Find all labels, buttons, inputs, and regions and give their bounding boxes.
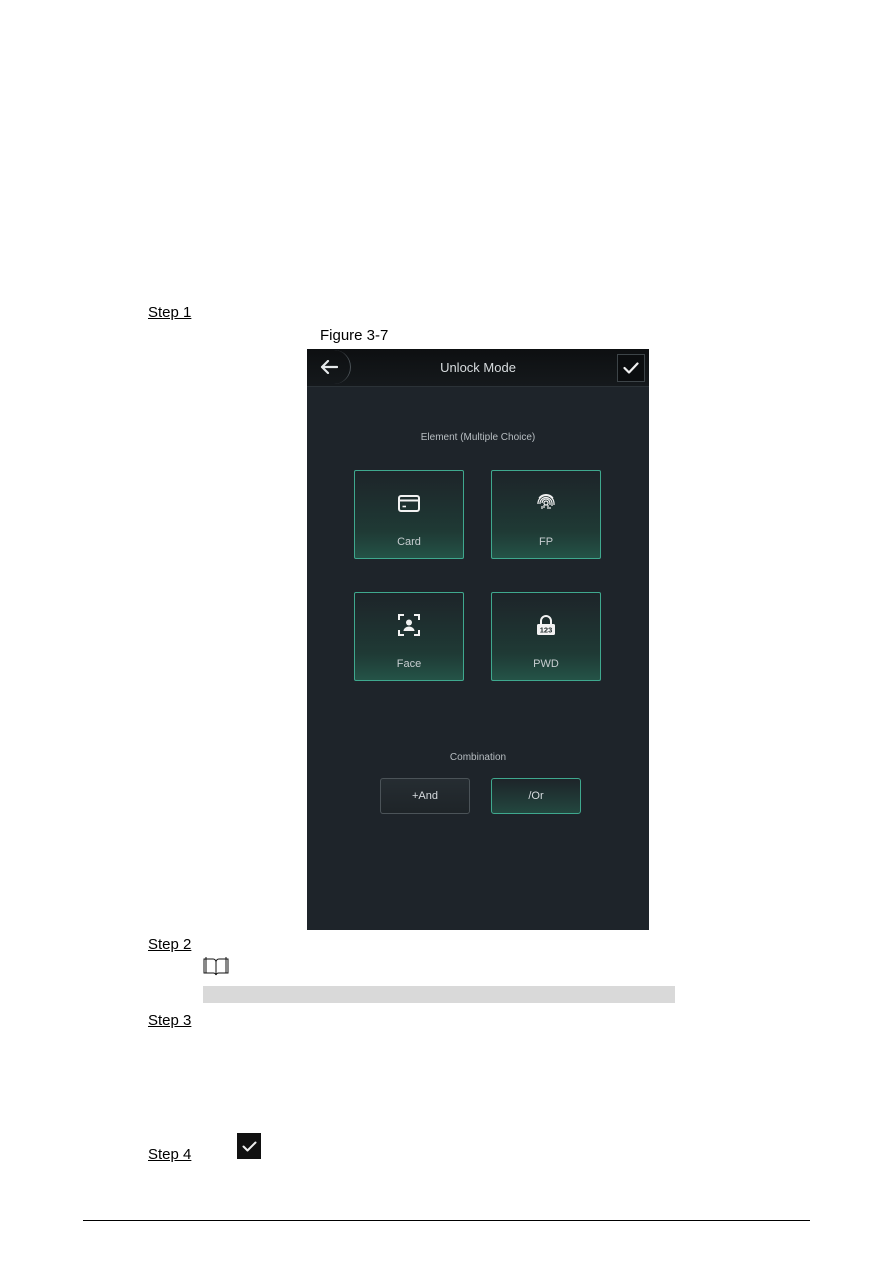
pwd-icon-digits: 123: [540, 626, 553, 635]
fingerprint-icon: [537, 494, 555, 509]
element-fp-tile[interactable]: FP: [491, 470, 601, 559]
combination-section-label: Combination: [449, 752, 507, 763]
element-card-label: Card: [397, 536, 421, 548]
combination-and-button[interactable]: +And: [380, 778, 470, 814]
step-3-label: Step 3: [148, 1012, 192, 1029]
element-face-label: Face: [396, 658, 422, 670]
footer-divider: [83, 1220, 810, 1221]
screen-title: Unlock Mode: [440, 360, 516, 375]
inline-confirm-icon-button: [237, 1133, 261, 1159]
book-note-icon: [203, 956, 229, 981]
face-icon: [398, 614, 420, 636]
element-card-tile[interactable]: Card: [354, 470, 464, 559]
element-pwd-tile[interactable]: 123 PWD: [491, 592, 601, 681]
confirm-button[interactable]: [617, 354, 645, 382]
top-bar: Unlock Mode: [307, 349, 649, 387]
note-highlight-bar: [203, 986, 675, 1003]
check-icon: [242, 1141, 256, 1151]
password-lock-icon: 123: [537, 615, 555, 635]
step-4-label: Step 4: [148, 1146, 192, 1163]
step-1-label: Step 1: [148, 304, 192, 321]
check-icon: [623, 362, 639, 374]
element-pwd-label: PWD: [533, 658, 559, 670]
card-icon: [398, 494, 420, 512]
element-face-tile[interactable]: Face: [354, 592, 464, 681]
step-2-label: Step 2: [148, 936, 192, 953]
combination-or-button[interactable]: /Or: [491, 778, 581, 814]
figure-caption: Figure 3-7: [320, 327, 389, 344]
unlock-mode-screen: Unlock Mode Element (Multiple Choice) Ca…: [307, 349, 649, 930]
element-section-label: Element (Multiple Choice): [420, 432, 536, 443]
element-fp-label: FP: [538, 536, 554, 548]
